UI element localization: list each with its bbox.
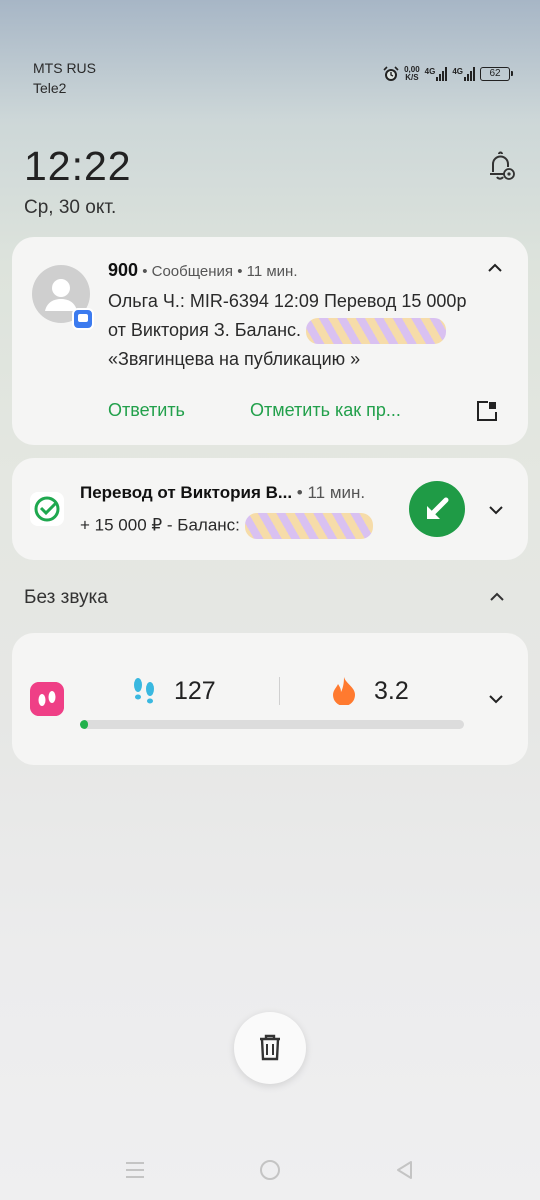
lockscreen-time: 12:22 (24, 143, 132, 189)
signal-sim2-icon: 4G (452, 67, 475, 81)
sberbank-app-icon (30, 492, 64, 526)
notification-sms[interactable]: 900 • Сообщения • 11 мин. Ольга Ч.: MIR-… (12, 237, 528, 445)
notification-meta: • Сообщения • 11 мин. (138, 263, 298, 280)
notification-message: + 15 000 ₽ - Баланс: (80, 513, 373, 539)
status-icons: 0,00 K/S 4G 4G 62 (383, 65, 513, 82)
home-icon[interactable] (259, 1159, 281, 1181)
collapse-chevron-up-icon[interactable] (484, 257, 506, 279)
mark-as-read-button[interactable]: Отметить как пр... (250, 400, 401, 421)
expand-chevron-down-icon[interactable] (485, 499, 507, 521)
silent-collapse-chevron-up-icon[interactable] (486, 586, 508, 608)
calories-value: 3.2 (374, 677, 409, 705)
messages-app-icon (72, 308, 94, 330)
signal-sim1-icon: 4G (425, 67, 448, 81)
notification-meta: • 11 мин. (292, 483, 366, 502)
reply-button[interactable]: Ответить (108, 400, 185, 421)
notification-header: Перевод от Виктория В... • 11 мин. (80, 483, 365, 503)
lockscreen-date: Ср, 30 окт. (24, 197, 117, 218)
redacted-blur (306, 318, 447, 345)
notification-header: 900 • Сообщения • 11 мин. (108, 260, 298, 281)
notification-settings-bell-icon[interactable] (486, 150, 516, 182)
silent-section-label: Без звука (24, 587, 108, 608)
expand-chevron-down-icon[interactable] (485, 688, 507, 710)
clear-all-button[interactable] (234, 1012, 306, 1084)
notification-bank-transfer[interactable]: Перевод от Виктория В... • 11 мин. + 15 … (12, 458, 528, 560)
redacted-blur (244, 513, 373, 539)
menu-recents-icon[interactable] (124, 1160, 146, 1180)
open-popup-icon[interactable] (476, 400, 498, 422)
battery-icon: 62 (480, 67, 513, 81)
arrow-down-left-icon (427, 497, 449, 519)
net-speed: 0,00 K/S (404, 65, 420, 82)
goal-progress-bar (80, 720, 464, 729)
notification-message: Ольга Ч.: MIR-6394 12:09 Перевод 15 000р… (108, 291, 467, 369)
trash-icon (260, 1034, 280, 1061)
alarm-icon (383, 66, 399, 81)
goal-progress-fill (80, 720, 88, 729)
quick-action-button[interactable] (409, 481, 465, 537)
notification-sender: 900 (108, 260, 139, 280)
back-icon[interactable] (393, 1159, 415, 1181)
steps-count: 127 (174, 677, 216, 705)
flame-icon (333, 677, 355, 705)
navigation-bar (0, 1152, 540, 1188)
health-app-icon (30, 682, 64, 716)
notification-title: Перевод от Виктория В... (80, 483, 293, 502)
footsteps-icon (134, 678, 154, 704)
notification-fitness[interactable]: 127 3.2 (12, 633, 528, 765)
status-bar: MTS RUS Tele2 0,00 K/S 4G 4G 62 (33, 58, 513, 102)
divider (279, 677, 280, 705)
